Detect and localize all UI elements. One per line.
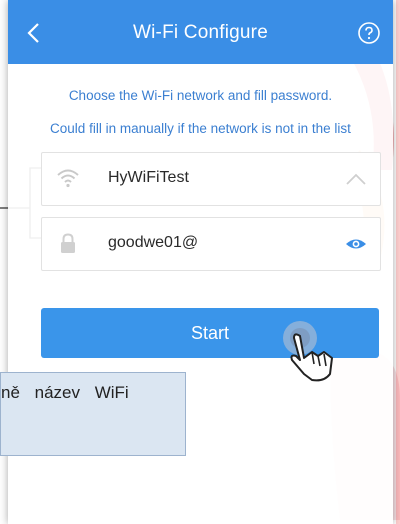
password-value: goodwe01@ [108,234,199,251]
chevron-up-icon[interactable] [344,168,368,190]
question-circle-icon[interactable] [357,21,381,45]
password-field[interactable]: goodwe01@ [41,217,381,271]
tap-hand-icon [283,321,333,382]
network-name: HyWiFiTest [108,169,189,186]
start-button-label: Start [190,322,229,343]
network-select[interactable]: HyWiFiTest [41,152,381,206]
caption-box: ně název WiFi [0,372,186,456]
page-title: Wi-Fi Configure [133,22,268,43]
instruction-line-1: Choose the Wi-Fi network and fill passwo… [68,88,333,103]
instruction-line-2: Could fill in manually if the network is… [50,121,351,136]
header-bar: Wi-Fi Configure [8,0,393,64]
lock-icon [61,233,75,253]
eye-icon[interactable] [344,233,368,255]
caption-text: ně název WiFi [1,383,129,402]
wifi-icon [57,169,79,188]
